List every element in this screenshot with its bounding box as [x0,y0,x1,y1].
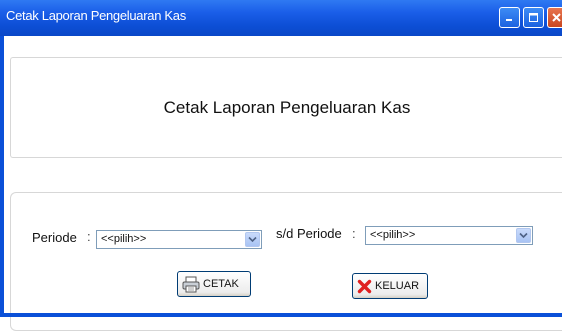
header-panel: Cetak Laporan Pengeluaran Kas [10,57,562,158]
minimize-button[interactable] [499,7,520,28]
page-title: Cetak Laporan Pengeluaran Kas [163,98,411,117]
exit-x-icon [357,279,372,293]
window-client-area: Cetak Laporan Pengeluaran Kas Periode : … [4,36,562,331]
keluar-button[interactable]: KELUAR [352,273,428,299]
periode-label: Periode [32,230,77,245]
minimize-icon [506,19,512,21]
close-button[interactable] [547,7,562,28]
window-title: Cetak Laporan Pengeluaran Kas [6,8,186,23]
cetak-button[interactable]: CETAK [177,271,251,297]
title-bar[interactable]: Cetak Laporan Pengeluaran Kas [0,0,562,36]
periode-colon: : [87,229,91,244]
window-bottom-border [0,313,562,317]
close-icon [552,13,561,22]
maximize-button[interactable] [523,7,544,28]
form-panel: Periode : <<pilih>> s/d Periode : <<pili… [10,192,562,331]
maximize-icon [529,13,538,22]
chevron-down-icon [519,232,528,239]
app-window: Cetak Laporan Pengeluaran Kas Cetak Lapo… [0,0,562,331]
periode-dropdown-button[interactable] [245,232,260,247]
periode-select[interactable]: <<pilih>> [96,230,262,249]
printer-icon [182,276,200,292]
sd-periode-colon: : [352,226,356,241]
periode-select-value: <<pilih>> [101,233,147,245]
chevron-down-icon [248,236,257,243]
keluar-button-label: KELUAR [375,280,420,292]
sd-periode-dropdown-button[interactable] [516,228,531,243]
sd-periode-select-value: <<pilih>> [370,229,416,241]
sd-periode-select[interactable]: <<pilih>> [365,226,533,245]
sd-periode-label: s/d Periode [276,226,342,241]
cetak-button-label: CETAK [203,278,239,290]
